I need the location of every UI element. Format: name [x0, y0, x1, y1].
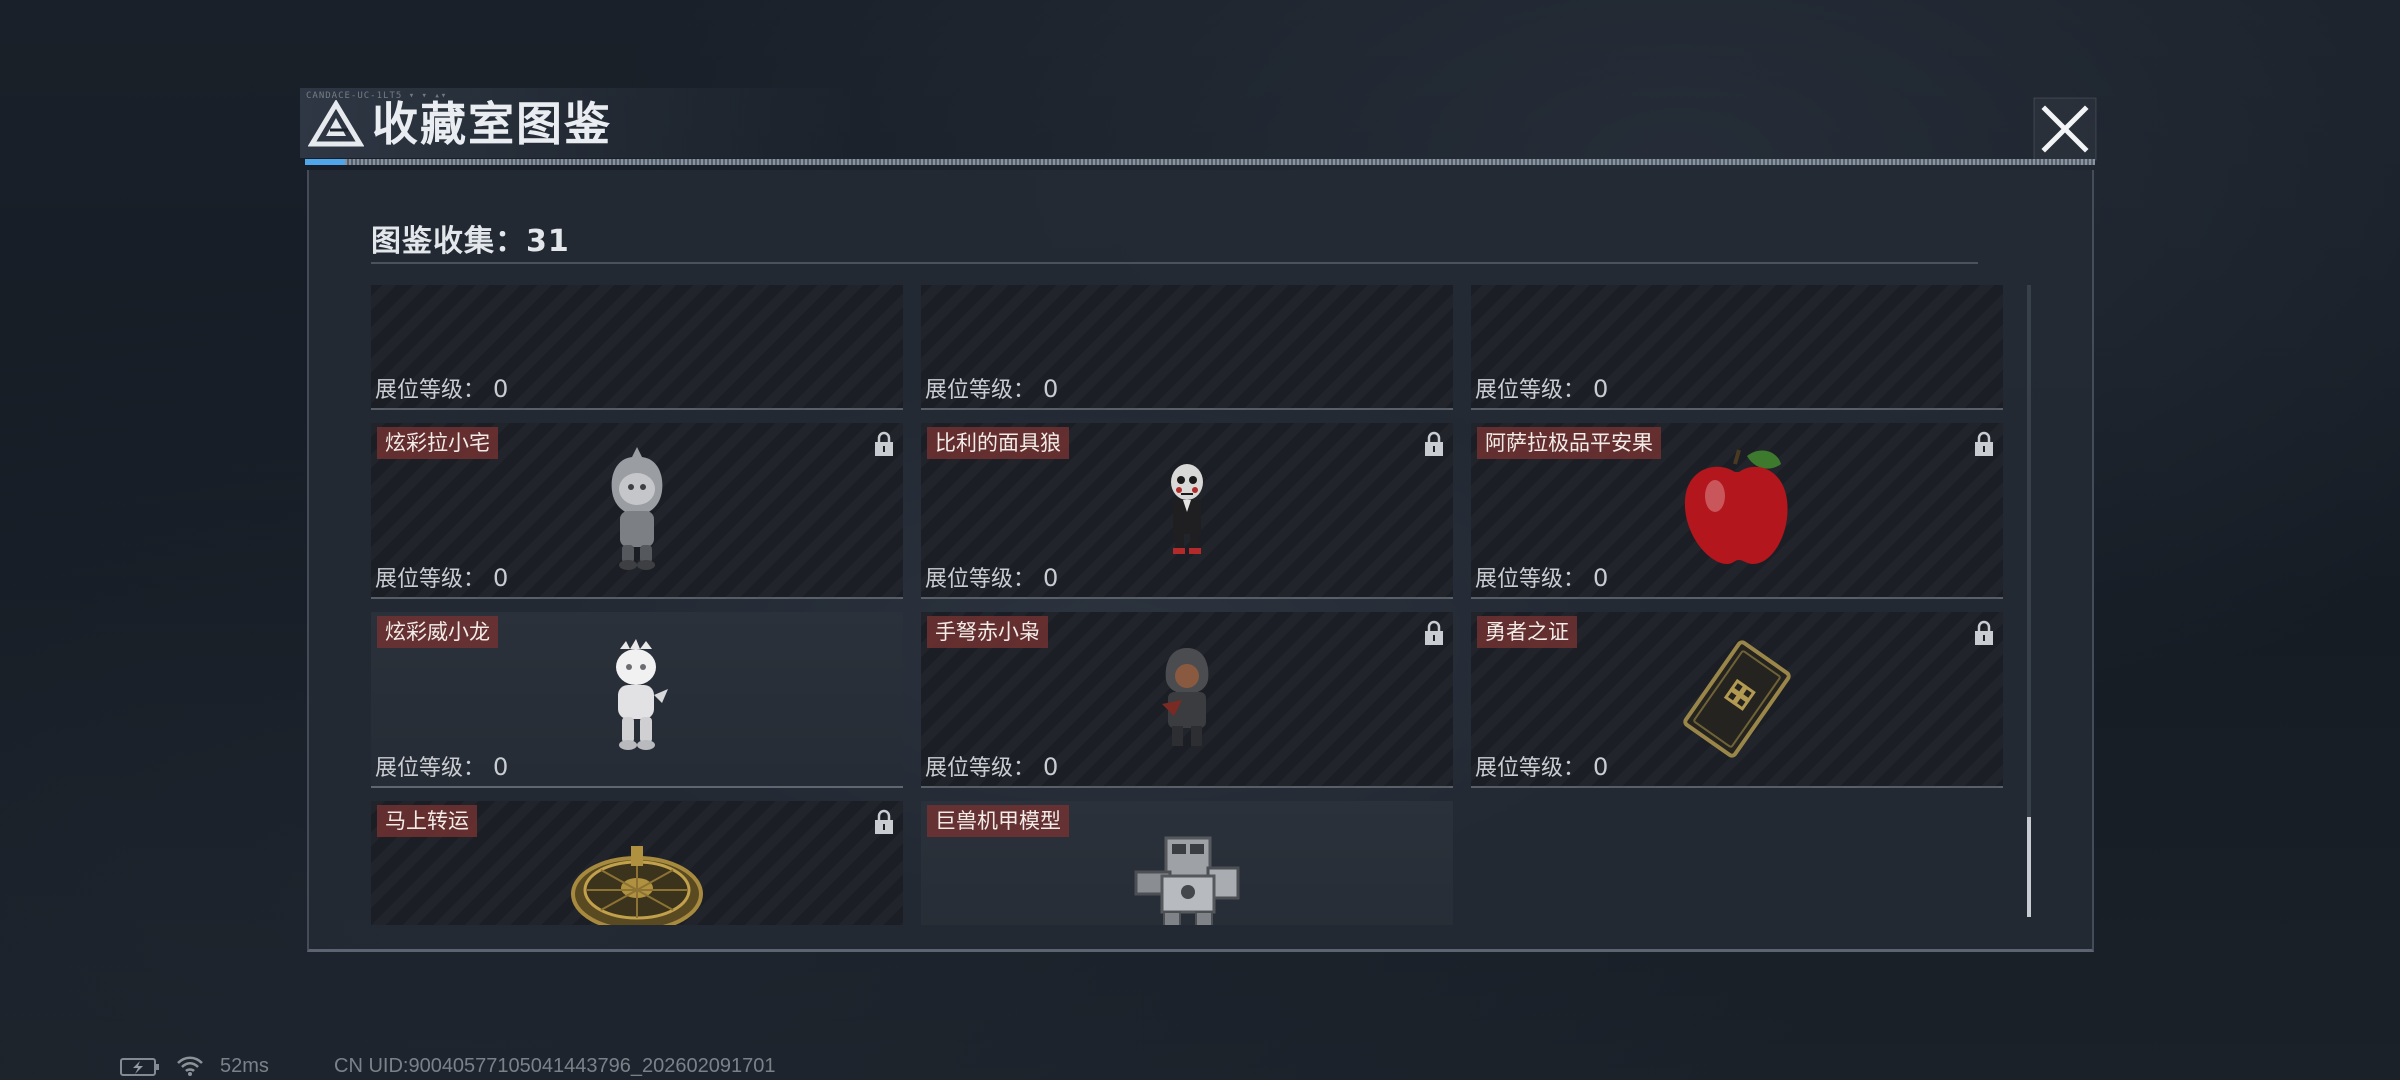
- collection-card[interactable]: 炫彩威小龙 展位等级： 0: [371, 612, 903, 788]
- apple-icon: [1684, 448, 1788, 564]
- card-level: 展位等级： 0: [925, 753, 1059, 781]
- card-level: 展位等级： 0: [1475, 375, 1609, 403]
- dragon-figure-icon: [616, 639, 668, 750]
- puppet-figure-icon: [1171, 464, 1203, 554]
- figure-icon: [607, 285, 667, 292]
- card-level: 展位等级： 0: [1475, 564, 1609, 592]
- card-name: 勇者之证: [1477, 616, 1577, 648]
- collection-card[interactable]: 展位等级： 0: [921, 285, 1453, 410]
- badge-card-icon: [1683, 640, 1791, 758]
- card-name: 阿萨拉极品平安果: [1477, 427, 1661, 459]
- scrollbar-thumb[interactable]: [2027, 817, 2031, 917]
- header-divider: [371, 262, 1978, 264]
- lock-icon: [875, 431, 893, 456]
- header-accent-line: [305, 159, 2095, 165]
- wifi-icon: [177, 1056, 203, 1076]
- collection-card[interactable]: 炫彩拉小宅 展位等级： 0: [371, 423, 903, 599]
- collection-card[interactable]: 勇者之证 展位等级： 0: [1471, 612, 2003, 788]
- lock-icon: [1975, 620, 1993, 645]
- logo-triangle-icon: [308, 100, 364, 147]
- card-level: 展位等级： 0: [1475, 753, 1609, 781]
- card-name: 炫彩拉小宅: [377, 427, 498, 459]
- archer-figure-icon: [1162, 648, 1209, 746]
- collection-panel: 图鉴收集：31 展位等级： 0 展位等级： 0 展位等级： 0 炫彩拉小宅 展位…: [307, 170, 2094, 952]
- card-name: 马上转运: [377, 805, 477, 837]
- battery-charging-icon: [120, 1058, 159, 1076]
- collection-card[interactable]: 手弩赤小枭 展位等级： 0: [921, 612, 1453, 788]
- collection-card[interactable]: 巨兽机甲模型 展位等级：0: [921, 801, 1453, 925]
- uid-text: CN UID:900405771050414437​96_20260209170…: [334, 1055, 776, 1077]
- card-level: 展位等级： 0: [925, 375, 1059, 403]
- collection-card[interactable]: 展位等级： 0: [1471, 285, 2003, 410]
- dialog-header: CANDACE-UC-1LT5 ▾ ▾ ▴▾ 收藏室图鉴: [300, 88, 2100, 158]
- item-grid: 展位等级： 0 展位等级： 0 展位等级： 0 炫彩拉小宅 展位等级： 0 比利…: [371, 285, 2003, 925]
- card-level: 展位等级： 0: [375, 375, 509, 403]
- dialog-title: 收藏室图鉴: [372, 97, 612, 151]
- lock-icon: [1425, 620, 1443, 645]
- card-name: 炫彩威小龙: [377, 616, 498, 648]
- lock-icon: [875, 809, 893, 834]
- collection-count: 图鉴收集：31: [371, 224, 570, 259]
- header-accent-highlight: [305, 159, 345, 165]
- collection-card[interactable]: 展位等级： 0: [371, 285, 903, 410]
- card-name: 巨兽机甲模型: [927, 805, 1069, 837]
- close-icon[interactable]: [2033, 97, 2097, 161]
- card-name: 手弩赤小枭: [927, 616, 1048, 648]
- hooded-figure-icon: [611, 447, 663, 570]
- collection-card[interactable]: 马上转运 展位等级：0: [371, 801, 903, 925]
- card-level: 展位等级： 0: [925, 564, 1059, 592]
- lock-icon: [1425, 431, 1443, 456]
- collection-card[interactable]: 阿萨拉极品平安果 展位等级： 0: [1471, 423, 2003, 599]
- collection-card[interactable]: 比利的面具狼 展位等级： 0: [921, 423, 1453, 599]
- ping-text: 52ms: [220, 1055, 269, 1077]
- scrollbar-track[interactable]: [2027, 285, 2031, 917]
- wheel-icon: [571, 846, 703, 925]
- lock-icon: [1975, 431, 1993, 456]
- card-level: 展位等级： 0: [375, 753, 509, 781]
- item-grid-viewport[interactable]: 展位等级： 0 展位等级： 0 展位等级： 0 炫彩拉小宅 展位等级： 0 比利…: [371, 285, 2021, 925]
- card-name: 比利的面具狼: [927, 427, 1069, 459]
- card-level: 展位等级： 0: [375, 564, 509, 592]
- mech-model-icon: [1134, 836, 1240, 925]
